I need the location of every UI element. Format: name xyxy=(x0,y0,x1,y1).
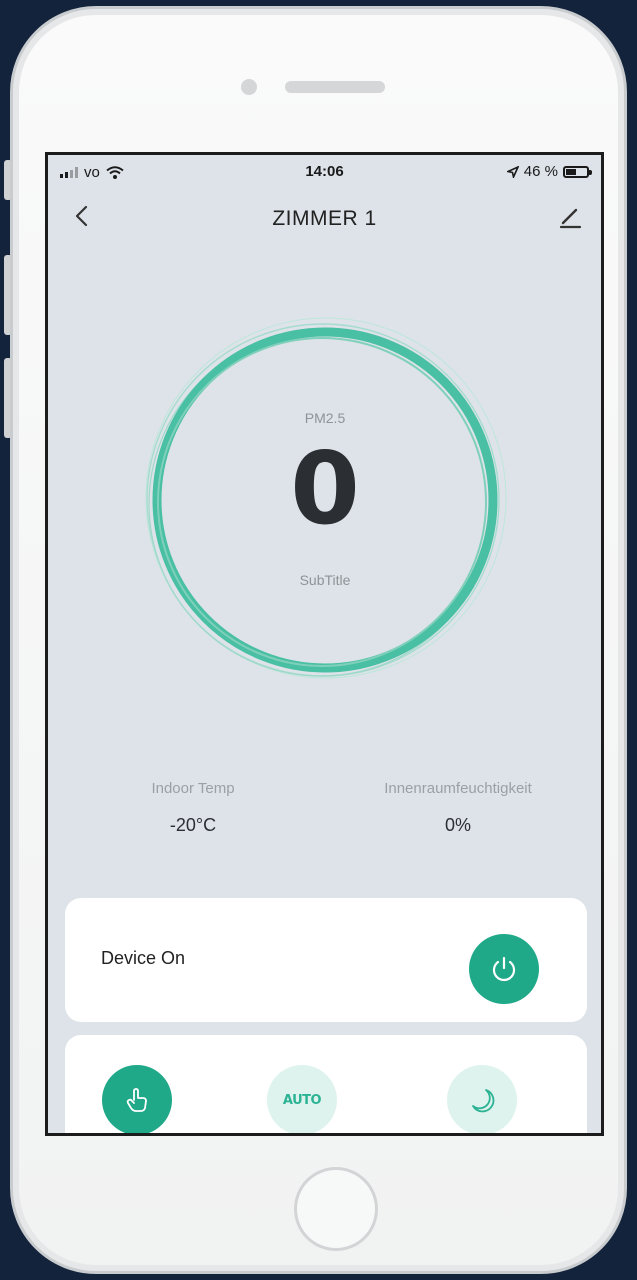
gauge-value: 0 xyxy=(290,430,360,547)
location-arrow-icon xyxy=(506,165,519,178)
manual-mode-button[interactable] xyxy=(102,1065,172,1133)
mode-card: AUTO xyxy=(65,1035,587,1133)
battery-percent: 46 % xyxy=(523,163,558,180)
auto-mode-label: AUTO xyxy=(282,1092,322,1108)
indoor-temp-label: Indoor Temp xyxy=(151,780,235,797)
edit-pencil-icon[interactable] xyxy=(555,201,585,231)
humidity-label: Innenraumfeuchtigkeit xyxy=(384,780,532,797)
moon-icon xyxy=(472,1089,495,1113)
power-button[interactable] xyxy=(469,934,539,1004)
sleep-mode-button[interactable] xyxy=(447,1065,517,1133)
page-title: ZIMMER 1 xyxy=(272,207,377,230)
indoor-temp-value: -20°C xyxy=(169,815,217,835)
front-camera xyxy=(241,79,257,95)
status-bar: vo 14:06 46 % xyxy=(48,155,601,189)
device-on-label: Device On xyxy=(101,948,186,968)
gauge-subtitle: SubTitle xyxy=(299,572,351,588)
auto-mode-button[interactable]: AUTO xyxy=(267,1065,337,1133)
battery-icon xyxy=(563,165,592,178)
pm25-gauge: PM2.5 0 SubTitle xyxy=(140,310,510,690)
home-button[interactable] xyxy=(294,1167,378,1251)
earpiece-speaker xyxy=(285,81,385,93)
gauge-label: PM2.5 xyxy=(304,410,346,426)
hand-pointer-icon xyxy=(126,1088,147,1112)
humidity-value: 0% xyxy=(444,815,471,835)
device-power-card: Device On xyxy=(65,898,587,1022)
humidity-stat: Innenraumfeuchtigkeit 0% xyxy=(348,780,568,836)
nav-bar: ZIMMER 1 xyxy=(48,195,601,239)
power-icon xyxy=(492,956,516,982)
app-screen: vo 14:06 46 % ZIMMER 1 PM2.5 0 SubTitle … xyxy=(45,152,604,1136)
indoor-temp-stat: Indoor Temp -20°C xyxy=(108,780,278,836)
